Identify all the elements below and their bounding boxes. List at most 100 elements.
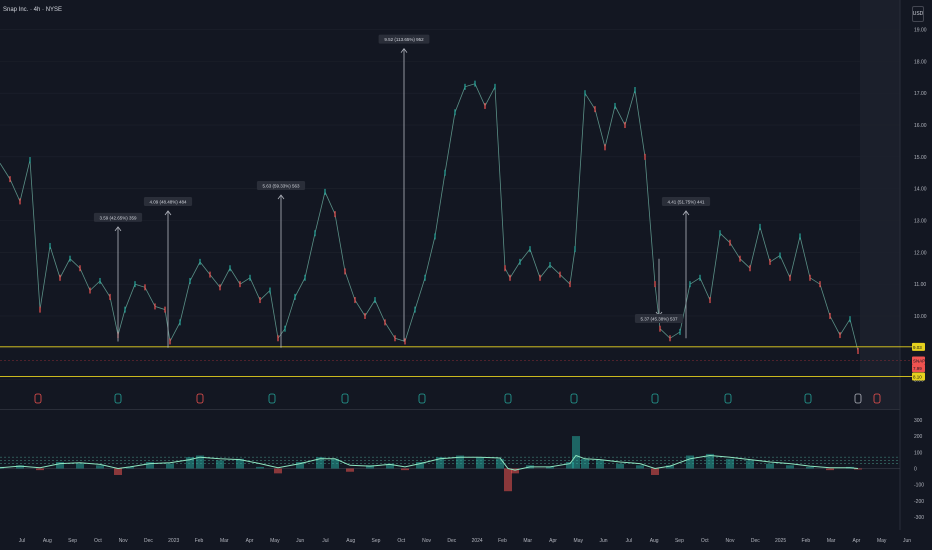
x-tick-label: Aug (650, 538, 659, 544)
y-tick-label: 18.00 (914, 59, 927, 65)
event-marker (651, 393, 659, 404)
price-chart[interactable]: 19.00 18.00 17.00 16.00 15.00 14.00 13.00 12.00… (0, 0, 932, 410)
osc-tick-label: 0 (914, 467, 917, 473)
osc-bar (256, 466, 264, 469)
osc-bar (346, 468, 354, 472)
x-tick-label: Feb (195, 538, 204, 544)
x-tick-label: Nov (726, 538, 735, 544)
x-tick-label: 2024 (472, 538, 483, 544)
osc-bar (76, 463, 84, 469)
x-tick-label: Feb (498, 538, 507, 544)
x-tick-label: Jul (19, 538, 25, 544)
x-tick-label: Mar (523, 538, 532, 544)
y-tick-label: 11.00 (914, 282, 926, 288)
y-tick-label: 10.00 (914, 314, 927, 320)
y-tick-label: 14.00 (914, 187, 927, 193)
osc-bar (581, 458, 589, 469)
x-tick-label: Oct (701, 538, 709, 544)
osc-bar (786, 465, 794, 469)
x-tick-label: Jun (600, 538, 608, 544)
x-tick-label: Apr (246, 538, 254, 544)
event-marker (341, 393, 349, 404)
x-tick-label: Sep (68, 538, 77, 544)
x-tick-label: Jul (322, 538, 328, 544)
osc-bar (596, 460, 604, 469)
y-tick-label: 13.00 (914, 219, 927, 225)
x-tick-label: Oct (94, 538, 102, 544)
osc-bar (806, 466, 814, 469)
osc-bar (746, 460, 754, 469)
measure-label: 5.37 (45.38%) 537 (640, 316, 678, 321)
x-tick-label: Mar (220, 538, 229, 544)
x-tick-label: 2023 (168, 538, 179, 544)
osc-tick-label: 300 (914, 418, 923, 424)
x-tick-label: Sep (675, 538, 684, 544)
x-tick-label: Aug (43, 538, 52, 544)
osc-bar (96, 465, 104, 469)
osc-bar (114, 468, 122, 475)
measure-label: 9.52 (113.65%) 952 (384, 37, 424, 42)
price-badge-label: 8.10 (913, 374, 922, 379)
event-marker (504, 393, 512, 404)
osc-bar (826, 468, 834, 471)
osc-bar (726, 458, 734, 469)
y-tick-label: 19.00 (914, 28, 927, 34)
event-marker (804, 393, 812, 404)
osc-tick-label: -100 (914, 483, 924, 489)
y-tick-label: 12.00 (914, 250, 927, 256)
x-tick-label: 2025 (775, 538, 786, 544)
event-marker (268, 393, 276, 404)
osc-bar (616, 463, 624, 469)
x-tick-label: Nov (119, 538, 128, 544)
osc-bar (651, 468, 659, 475)
osc-bar (36, 468, 44, 471)
x-tick-label: May (270, 538, 280, 544)
x-tick-label: Jun (903, 538, 911, 544)
x-tick-label: Nov (422, 538, 431, 544)
time-axis[interactable]: Jul Aug Sep Oct Nov Dec 2023 Feb Mar Apr May Jun Jul… (0, 530, 932, 550)
x-tick-label: Dec (144, 538, 153, 544)
osc-tick-label: 100 (914, 450, 923, 456)
event-marker (34, 393, 42, 404)
x-tick-label: May (877, 538, 887, 544)
event-marker (724, 393, 732, 404)
measure-label: 4.09 (48.48%) 484 (149, 199, 187, 204)
event-marker (114, 393, 122, 404)
osc-bar (572, 436, 580, 469)
x-tick-label: Jun (296, 538, 304, 544)
osc-bar (686, 455, 694, 469)
osc-bar (401, 468, 409, 471)
y-tick-label: 17.00 (914, 91, 927, 97)
measure-label: 4.41 (51.75%) 441 (667, 199, 705, 204)
osc-bar (166, 463, 174, 469)
y-tick-label: 16.00 (914, 123, 927, 129)
osc-bar (216, 460, 224, 469)
x-tick-label: May (574, 538, 584, 544)
osc-tick-label: 200 (914, 434, 923, 440)
chart-window: Snap Inc. · 4h · NYSE USD 19.00 18.00 17.0… (0, 0, 932, 550)
x-tick-label: Dec (751, 538, 760, 544)
osc-bar (504, 468, 512, 492)
osc-bar (496, 458, 504, 469)
price-badge-label: 9.03 (913, 345, 922, 350)
event-marker (196, 393, 204, 404)
price-badge-label: 7.99 (913, 366, 922, 371)
x-tick-label: Feb (802, 538, 811, 544)
y-tick-label: 15.00 (914, 155, 927, 161)
x-tick-label: Aug (346, 538, 355, 544)
osc-bar (766, 463, 774, 469)
x-tick-label: Oct (397, 538, 405, 544)
osc-tick-label: -300 (914, 515, 924, 521)
oscillator-pane[interactable]: 300 200 100 0 -100 -200 -300 (0, 410, 932, 530)
osc-bar (476, 457, 484, 469)
x-tick-label: Jul (626, 538, 632, 544)
event-marker (418, 393, 426, 404)
measure-label: 3.59 (42.65%) 359 (99, 215, 137, 220)
osc-tick-label: -200 (914, 499, 924, 505)
x-tick-label: Apr (853, 538, 861, 544)
osc-bar (636, 465, 644, 469)
osc-bar (274, 468, 282, 474)
x-tick-label: Dec (447, 538, 456, 544)
event-marker (570, 393, 578, 404)
x-tick-label: Mar (827, 538, 836, 544)
